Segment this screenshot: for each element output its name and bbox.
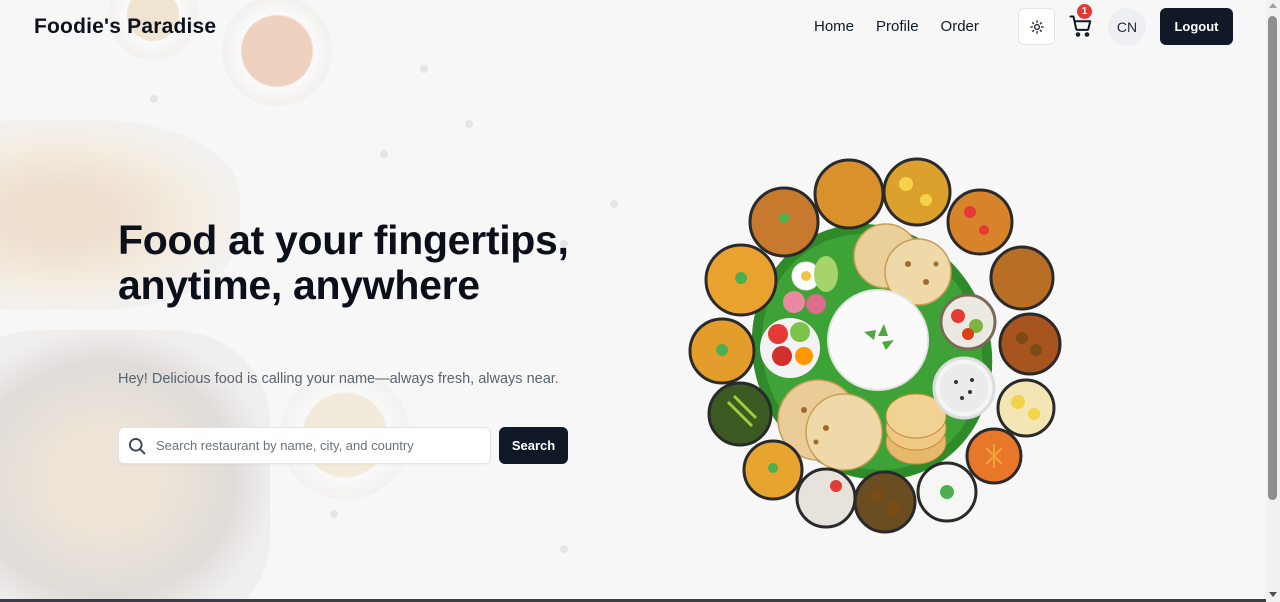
scroll-up-arrow-icon[interactable] [1269, 3, 1277, 8]
hero-title: Food at your fingertips, anytime, anywhe… [118, 217, 569, 308]
background-dot [150, 95, 158, 103]
theme-toggle-button[interactable] [1018, 8, 1055, 45]
nav-link-order[interactable]: Order [941, 18, 979, 35]
search-input[interactable] [156, 428, 486, 463]
search-icon [129, 438, 146, 455]
cart-count-badge: 1 [1077, 4, 1092, 19]
search-button[interactable]: Search [499, 427, 568, 464]
avatar[interactable]: CN [1108, 8, 1146, 46]
brand-logo[interactable]: Foodie's Paradise [34, 15, 216, 39]
hero-subtitle: Hey! Delicious food is calling your name… [118, 371, 559, 387]
background-dot [420, 65, 428, 73]
background-dot [465, 120, 473, 128]
vertical-scrollbar[interactable] [1266, 0, 1280, 602]
scroll-down-arrow-icon[interactable] [1269, 592, 1277, 597]
nav-link-profile[interactable]: Profile [876, 18, 919, 35]
background-dot [560, 545, 568, 553]
sun-icon [1029, 19, 1044, 34]
background-dot [330, 510, 338, 518]
food-platter-image [688, 157, 1062, 534]
nav-link-home[interactable]: Home [814, 18, 854, 35]
background-dot [380, 150, 388, 158]
nav-links: Home Profile Order [814, 18, 979, 35]
navbar: Foodie's Paradise Home Profile Order 1 C… [0, 0, 1266, 54]
background-dot [610, 200, 618, 208]
search-box [118, 427, 491, 464]
scrollbar-thumb[interactable] [1268, 16, 1277, 500]
logout-button[interactable]: Logout [1160, 8, 1233, 45]
